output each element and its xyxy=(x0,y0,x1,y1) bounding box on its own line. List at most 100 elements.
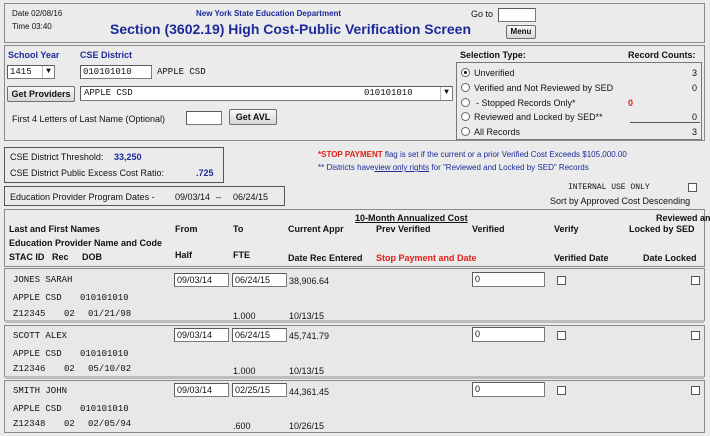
provider-code: 010101010 xyxy=(80,349,129,359)
view-only-link[interactable]: view only rights xyxy=(374,163,429,172)
selection-option-label: Reviewed and Locked by SED** xyxy=(474,112,603,122)
provider-code: 010101010 xyxy=(80,404,129,414)
col-prev-verified: Prev Verified xyxy=(376,224,431,234)
record-count: 0 xyxy=(628,98,634,108)
page-title: Section (3602.19) High Cost-Public Verif… xyxy=(110,21,471,37)
stac-id: Z12345 xyxy=(13,309,46,319)
col-current-appr: Current Appr xyxy=(288,224,344,234)
to-date-input[interactable]: 02/25/15 xyxy=(232,383,287,397)
radio-verified-not-reviewed[interactable] xyxy=(461,83,470,92)
provider-select-name: APPLE CSD xyxy=(84,88,133,98)
date-text: Date 02/08/16 xyxy=(12,9,63,18)
cse-district-label: CSE District xyxy=(80,50,133,60)
dob: 02/05/94 xyxy=(88,419,132,429)
current-appr: 45,741.79 xyxy=(289,331,330,341)
student-name: SMITH JOHN xyxy=(13,386,68,396)
sort-label: Sort by Approved Cost Descending xyxy=(550,196,691,206)
student-name: SCOTT ALEX xyxy=(13,331,68,341)
stac-id: Z12346 xyxy=(13,364,46,374)
get-providers-button[interactable]: Get Providers xyxy=(7,86,75,102)
record-count: 3 xyxy=(692,127,698,137)
threshold-value: 33,250 xyxy=(114,152,142,162)
cse-district-code-field[interactable]: 010101010 xyxy=(80,65,152,79)
radio-all[interactable] xyxy=(461,127,470,136)
radio-stopped[interactable] xyxy=(461,98,470,107)
col-verified: Verified xyxy=(472,224,505,234)
ratio-value: .725 xyxy=(196,168,214,178)
verify-checkbox[interactable] xyxy=(557,276,566,285)
selection-option-label: All Records xyxy=(474,127,521,137)
last-name-input[interactable] xyxy=(186,111,222,125)
record-count: 3 xyxy=(692,68,698,78)
verify-checkbox[interactable] xyxy=(557,386,566,395)
selection-option-label: - Stopped Records Only* xyxy=(476,98,576,108)
department-name: New York State Education Department xyxy=(196,9,342,18)
threshold-label: CSE District Threshold: xyxy=(10,152,104,162)
radio-reviewed-locked[interactable] xyxy=(461,112,470,121)
verified-input[interactable]: 0 xyxy=(472,327,545,342)
dob: 05/10/02 xyxy=(88,364,132,374)
time-text: Time 03:40 xyxy=(12,22,52,31)
internal-use-label: INTERNAL USE ONLY xyxy=(568,183,650,192)
stop-payment-note: *STOP PAYMENT flag is set if the current… xyxy=(318,150,627,159)
col-stac-id: STAC ID xyxy=(9,252,45,262)
selection-option-label: Unverified xyxy=(474,68,515,78)
col-reviewed-locked-2: Locked by SED xyxy=(629,224,695,234)
chevron-down-icon: ▼ xyxy=(42,66,54,78)
date-rec-entered: 10/26/15 xyxy=(289,421,325,431)
school-year-label: School Year xyxy=(8,50,60,60)
to-date-input[interactable]: 06/24/15 xyxy=(232,328,287,342)
from-date-input[interactable]: 09/03/14 xyxy=(174,273,229,287)
internal-use-checkbox[interactable] xyxy=(688,183,697,192)
verify-checkbox[interactable] xyxy=(557,331,566,340)
col-provider: Education Provider Name and Code xyxy=(9,238,163,248)
school-year-value: 1415 xyxy=(10,67,32,77)
count-underline xyxy=(630,122,700,123)
get-avl-button[interactable]: Get AVL xyxy=(229,109,277,125)
radio-unverified[interactable] xyxy=(461,68,470,77)
col-date-rec-entered: Date Rec Entered xyxy=(288,253,363,263)
fte: 1.000 xyxy=(233,311,256,321)
col-stop-payment-date: Stop Payment and Date xyxy=(376,253,477,263)
program-date-separator: – xyxy=(216,192,222,202)
verified-input[interactable]: 0 xyxy=(472,272,545,287)
to-date-input[interactable]: 06/24/15 xyxy=(232,273,287,287)
fte: .600 xyxy=(233,421,251,431)
from-date-input[interactable]: 09/03/14 xyxy=(174,328,229,342)
col-from: From xyxy=(175,224,198,234)
program-end-date: 06/24/15 xyxy=(233,192,269,202)
provider-name: APPLE CSD xyxy=(13,404,62,414)
col-reviewed-locked: Reviewed and xyxy=(656,213,710,223)
record-count: 0 xyxy=(692,112,698,122)
col-fte: FTE xyxy=(233,250,250,260)
col-verify: Verify xyxy=(554,224,579,234)
chevron-down-icon: ▼ xyxy=(440,87,452,100)
last-name-label: First 4 Letters of Last Name (Optional) xyxy=(12,114,166,124)
reviewed-locked-checkbox[interactable] xyxy=(691,386,700,395)
current-appr: 44,361.45 xyxy=(289,387,330,397)
school-year-select[interactable]: 1415 ▼ xyxy=(7,65,55,79)
goto-input[interactable] xyxy=(498,8,536,22)
provider-name: APPLE CSD xyxy=(13,293,62,303)
stop-payment-emphasis: *STOP PAYMENT xyxy=(318,150,383,159)
districts-prefix: ** Districts have xyxy=(318,163,375,172)
dob: 01/21/98 xyxy=(88,309,132,319)
stac-id: Z12348 xyxy=(13,419,46,429)
reviewed-locked-checkbox[interactable] xyxy=(691,276,700,285)
from-date-input[interactable]: 09/03/14 xyxy=(174,383,229,397)
fte: 1.000 xyxy=(233,366,256,376)
program-dates-label: Education Provider Program Dates - xyxy=(10,192,155,202)
rec: 02 xyxy=(64,364,75,374)
menu-button[interactable]: Menu xyxy=(506,25,536,39)
verified-input[interactable]: 0 xyxy=(472,382,545,397)
rec: 02 xyxy=(64,309,75,319)
col-dob: DOB xyxy=(82,252,102,262)
districts-suffix: for "Reviewed and Locked by SED" Records xyxy=(431,163,589,172)
student-name: JONES SARAH xyxy=(13,275,73,285)
reviewed-locked-checkbox[interactable] xyxy=(691,331,700,340)
col-date-locked: Date Locked xyxy=(643,253,697,263)
stop-payment-text: flag is set if the current or a prior Ve… xyxy=(384,150,627,159)
provider-select[interactable]: APPLE CSD 010101010 ▼ xyxy=(80,86,453,101)
provider-code: 010101010 xyxy=(80,293,129,303)
col-rec: Rec xyxy=(52,252,69,262)
